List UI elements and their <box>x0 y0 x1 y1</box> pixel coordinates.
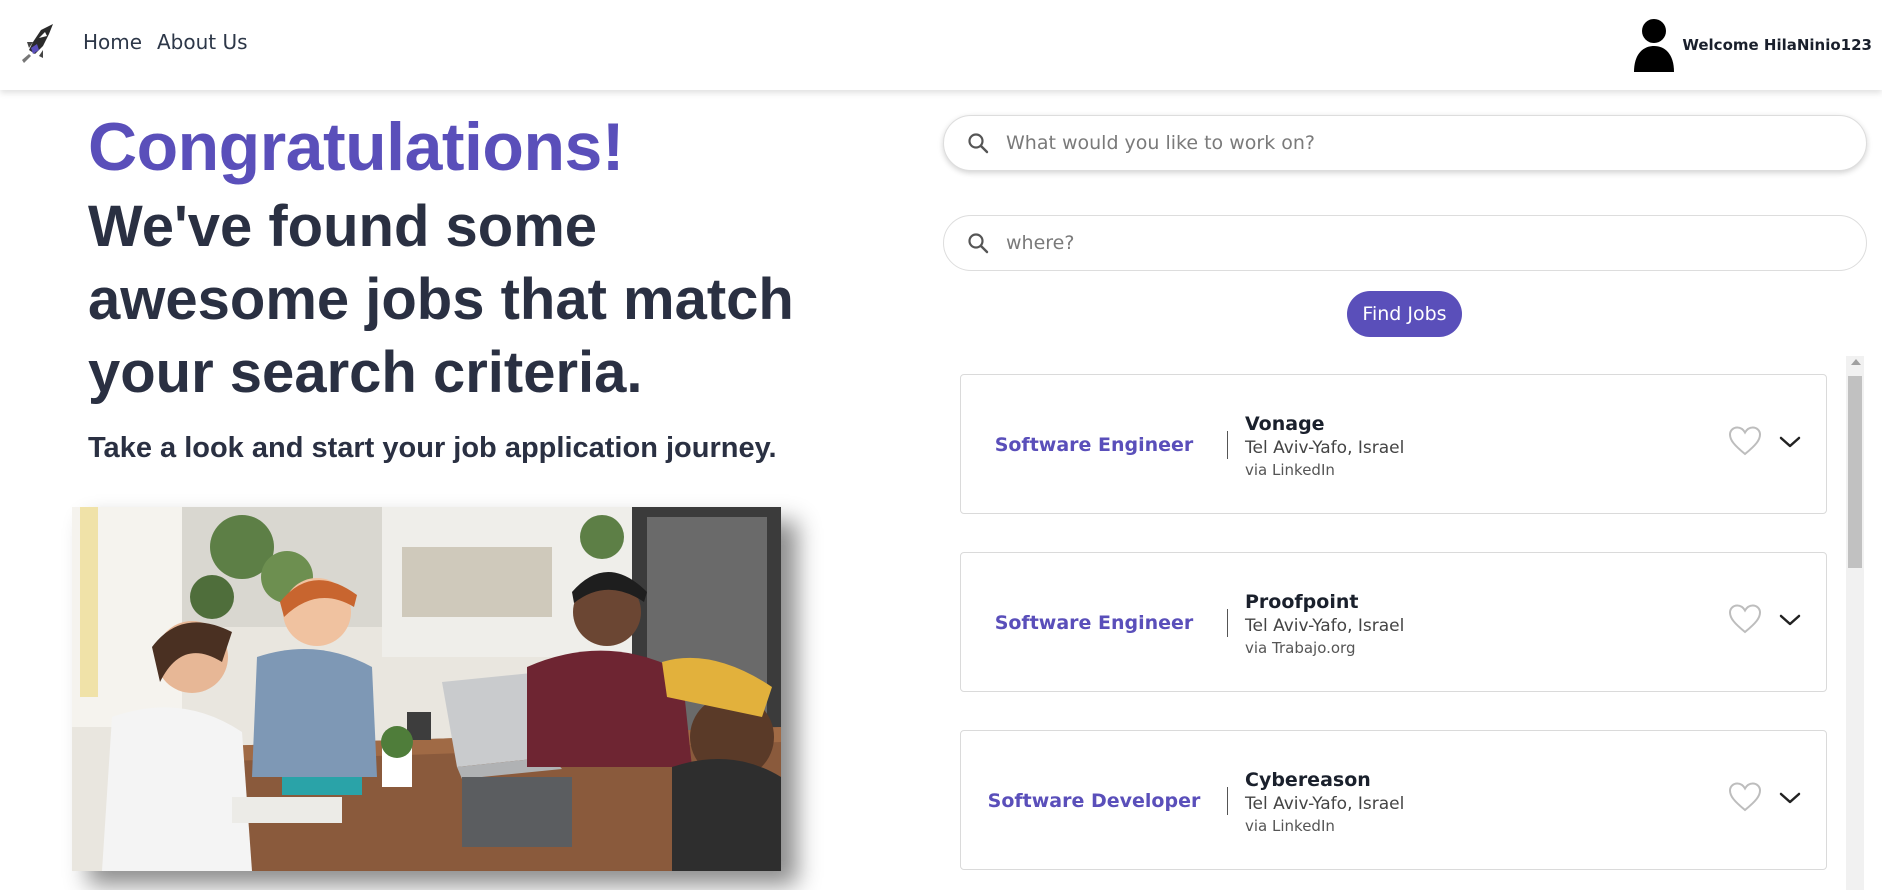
heart-outline-icon[interactable] <box>1728 781 1762 813</box>
search-icon <box>968 233 989 254</box>
rocket-logo-icon[interactable] <box>19 20 59 66</box>
job-source: via LinkedIn <box>1245 461 1335 479</box>
nav-about-link[interactable]: About Us <box>157 30 248 54</box>
heart-outline-icon[interactable] <box>1728 425 1762 457</box>
find-jobs-button[interactable]: Find Jobs <box>1347 291 1462 337</box>
company-name: Vonage <box>1245 413 1325 435</box>
team-meeting-photo <box>72 507 781 871</box>
job-source: via LinkedIn <box>1245 817 1335 835</box>
what-search-input[interactable] <box>1006 132 1826 154</box>
job-card[interactable]: Software Engineer Vonage Tel Aviv-Yafo, … <box>960 374 1827 514</box>
chevron-down-icon[interactable] <box>1778 433 1802 451</box>
chevron-down-icon[interactable] <box>1778 611 1802 629</box>
what-search-box[interactable] <box>943 115 1867 171</box>
job-source: via Trabajo.org <box>1245 639 1356 657</box>
congratulations-title: Congratulations! <box>88 109 624 185</box>
job-title[interactable]: Software Engineer <box>961 375 1227 515</box>
where-search-input[interactable] <box>1006 232 1826 254</box>
card-divider <box>1227 431 1228 459</box>
results-headline: We've found some awesome jobs that match… <box>88 194 794 405</box>
scroll-up-arrow-icon[interactable] <box>1851 359 1861 365</box>
search-icon <box>968 133 989 154</box>
job-title[interactable]: Software Engineer <box>961 553 1227 693</box>
results-subtitle: Take a look and start your job applicati… <box>88 432 777 464</box>
job-info: Proofpoint Tel Aviv-Yafo, Israel via Tra… <box>1245 589 1404 659</box>
where-search-box[interactable] <box>943 215 1867 271</box>
nav-home-link[interactable]: Home <box>83 30 142 54</box>
company-name: Proofpoint <box>1245 591 1359 613</box>
scrollbar-thumb[interactable] <box>1848 376 1862 568</box>
top-navbar: Home About Us Welcome HilaNinio123 <box>0 0 1882 90</box>
user-avatar-icon[interactable] <box>1634 18 1675 72</box>
job-location: Tel Aviv-Yafo, Israel <box>1245 616 1405 636</box>
heart-outline-icon[interactable] <box>1728 603 1762 635</box>
company-name: Cybereason <box>1245 769 1371 791</box>
card-divider <box>1227 787 1228 815</box>
user-menu[interactable]: Welcome HilaNinio123 <box>1634 18 1872 72</box>
welcome-text: Welcome HilaNinio123 <box>1682 36 1872 54</box>
card-divider <box>1227 609 1228 637</box>
job-info: Vonage Tel Aviv-Yafo, Israel via LinkedI… <box>1245 411 1404 481</box>
job-info: Cybereason Tel Aviv-Yafo, Israel via Lin… <box>1245 767 1404 837</box>
job-card[interactable]: Software Developer Cybereason Tel Aviv-Y… <box>960 730 1827 870</box>
job-title[interactable]: Software Developer <box>961 731 1227 871</box>
job-location: Tel Aviv-Yafo, Israel <box>1245 794 1405 814</box>
job-location: Tel Aviv-Yafo, Israel <box>1245 438 1405 458</box>
job-card[interactable]: Software Engineer Proofpoint Tel Aviv-Ya… <box>960 552 1827 692</box>
chevron-down-icon[interactable] <box>1778 789 1802 807</box>
job-results-list[interactable]: Software Engineer Vonage Tel Aviv-Yafo, … <box>960 356 1865 890</box>
